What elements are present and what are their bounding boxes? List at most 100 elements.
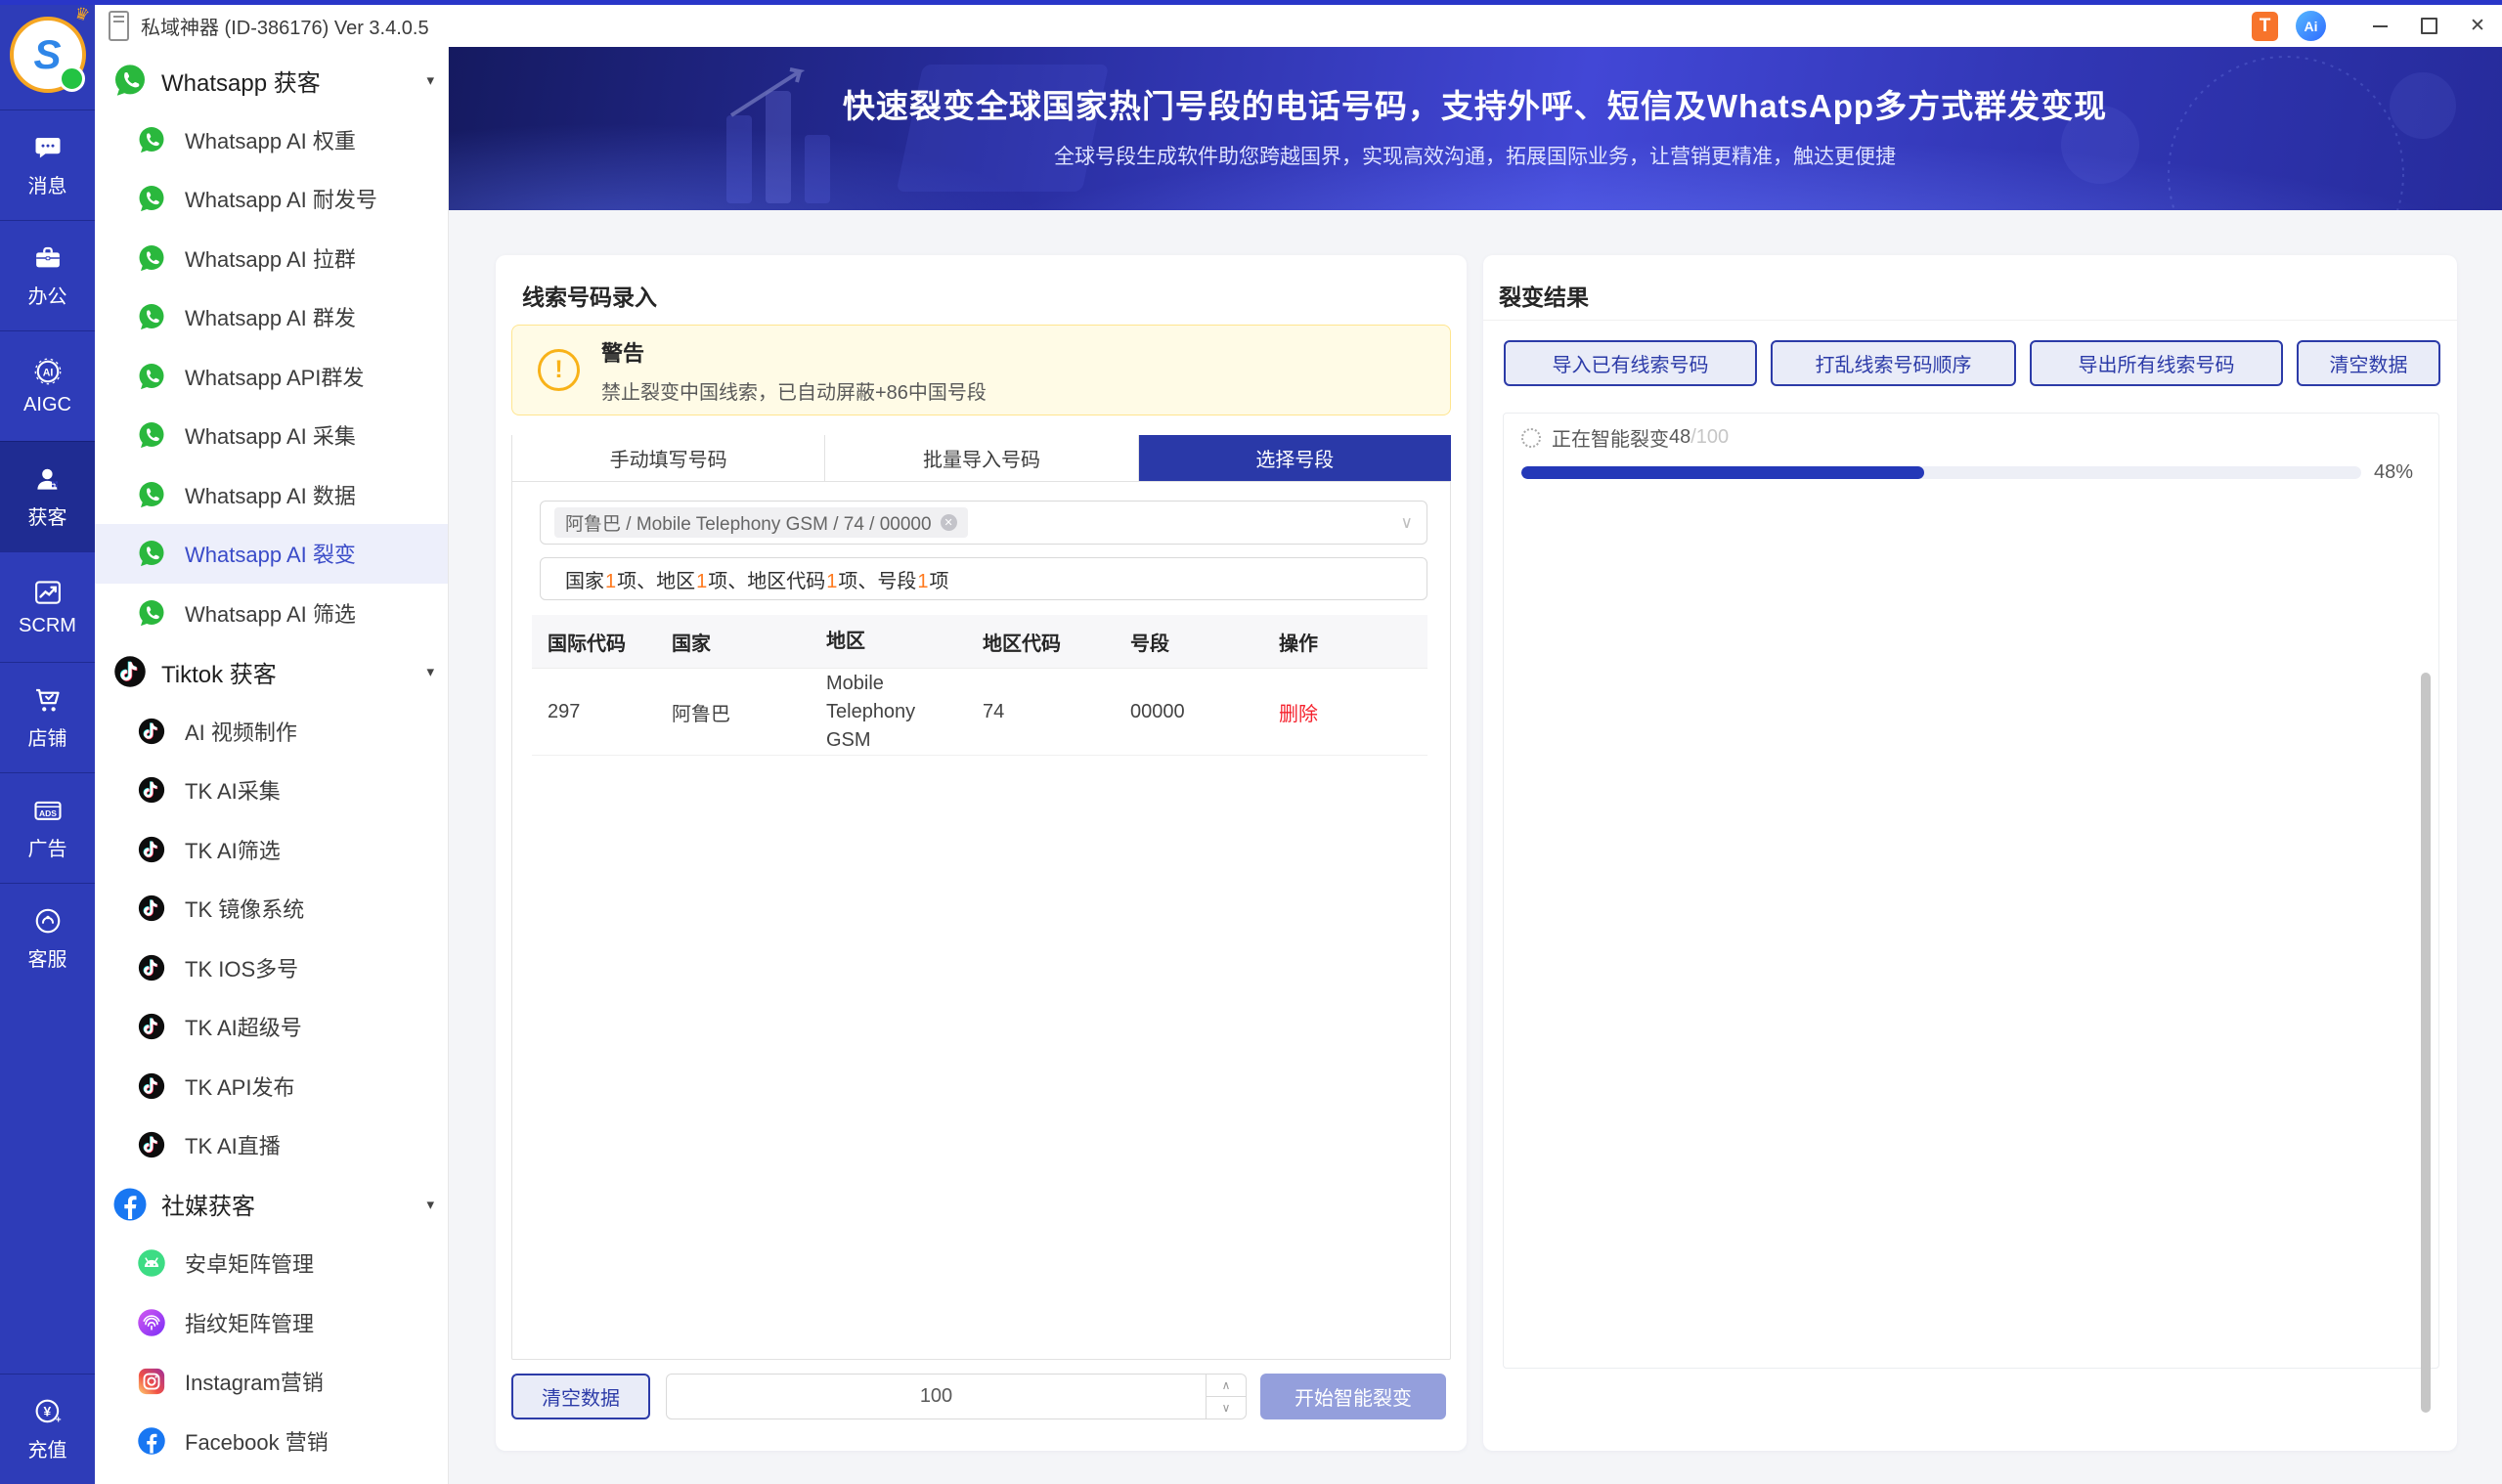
segment-table: 国际代码 国家 地区 地区代码 号段 操作 297 阿鲁巴 Mobile Tel…	[532, 615, 1427, 756]
rail-item-scrm[interactable]: SCRM	[0, 551, 95, 662]
banner-title: 快速裂变全球国家热门号段的电话号码，支持外呼、短信及WhatsApp多方式群发变…	[448, 47, 2502, 127]
menu-android-matrix[interactable]: 安卓矩阵管理 ▾	[95, 1234, 448, 1293]
menu-whatsapp-api-mass-send[interactable]: Whatsapp API群发 ▾	[95, 347, 448, 407]
entry-tabs: 手动填写号码批量导入号码选择号段	[511, 435, 1451, 482]
rail-item-service[interactable]: 客服	[0, 883, 95, 993]
fission-result-panel: 裂变结果 导入已有线索号码 打乱线索号码顺序 导出所有线索号码 清空数据 正在智…	[1483, 255, 2457, 1451]
warning-title: 警告	[601, 336, 987, 368]
phone-icon	[109, 11, 129, 41]
tab-select-segment[interactable]: 选择号段	[1138, 435, 1451, 481]
rail-item-aigc[interactable]: AI AIGC	[0, 330, 95, 441]
rail-item-acquisition[interactable]: 获客	[0, 441, 95, 551]
status-current: 48	[1669, 426, 1690, 449]
menu-label: Facebook 营销	[185, 1425, 329, 1457]
fission-count-input[interactable]: 100	[666, 1374, 1207, 1419]
menu-whatsapp-ai-data[interactable]: Whatsapp AI 数据 ▾	[95, 465, 448, 525]
menu-youtube-marketing[interactable]: Youtube 营销 ▾	[95, 1470, 448, 1484]
remove-tag-icon[interactable]: ✕	[941, 514, 957, 531]
menu-tk-ai-filter[interactable]: TK AI筛选 ▾	[95, 820, 448, 880]
rail-item-label: AIGC	[23, 394, 71, 416]
segment-tag-label: 阿鲁巴 / Mobile Telephony GSM / 74 / 00000	[565, 509, 932, 536]
delete-row-link[interactable]: 删除	[1279, 704, 1318, 725]
segment-select[interactable]: 阿鲁巴 / Mobile Telephony GSM / 74 / 00000 …	[540, 501, 1427, 545]
menu-facebook-marketing[interactable]: Facebook 营销 ▾	[95, 1412, 448, 1471]
brand-mark: S	[33, 31, 61, 78]
menu-whatsapp-ai-weight[interactable]: Whatsapp AI 权重 ▾	[95, 110, 448, 170]
import-leads-button[interactable]: 导入已有线索号码	[1504, 340, 1757, 386]
cell-region: Mobile Telephony GSM	[826, 670, 983, 755]
export-leads-button[interactable]: 导出所有线索号码	[2030, 340, 2283, 386]
clear-data-button[interactable]: 清空数据	[511, 1374, 650, 1419]
main-area: 快速裂变全球国家热门号段的电话号码，支持外呼、短信及WhatsApp多方式群发变…	[448, 47, 2502, 1484]
menu-instagram-marketing[interactable]: Instagram营销 ▾	[95, 1352, 448, 1412]
menu-whatsapp-ai-durable[interactable]: Whatsapp AI 耐发号 ▾	[95, 169, 448, 229]
chevron-down-icon: ▾	[426, 1196, 434, 1213]
menu-tk-ios-multi[interactable]: TK IOS多号 ▾	[95, 938, 448, 998]
cell-segment: 00000	[1130, 701, 1279, 723]
crown-icon: ♛	[72, 3, 93, 26]
svg-text:+: +	[55, 1415, 61, 1425]
tab-batch-import[interactable]: 批量导入号码	[824, 435, 1137, 481]
menu-tiktok-acquisition[interactable]: Tiktok 获客 ▾	[95, 642, 448, 702]
menu-tk-mirror-system[interactable]: TK 镜像系统 ▾	[95, 879, 448, 938]
progress-fill	[1521, 466, 1924, 479]
result-panel-title: 裂变结果	[1499, 279, 1589, 312]
start-fission-button[interactable]: 开始智能裂变	[1260, 1374, 1446, 1419]
svg-text:ADS: ADS	[39, 808, 57, 818]
stepper-up-button[interactable]: ∧	[1207, 1375, 1246, 1397]
rail-item-ads[interactable]: ADS 广告	[0, 772, 95, 883]
window-top-accent	[0, 0, 2502, 5]
menu-tk-ai-collect[interactable]: TK AI采集 ▾	[95, 761, 448, 820]
results-scrollbar[interactable]	[2421, 673, 2431, 1413]
progress-label: 48%	[2374, 461, 2413, 484]
rail-item-label: 获客	[28, 502, 67, 530]
result-box	[1503, 413, 2439, 1369]
menu-label: Instagram营销	[185, 1366, 324, 1397]
menu-label: TK AI超级号	[185, 1011, 302, 1042]
menu-label: TK IOS多号	[185, 952, 298, 983]
stepper-down-button[interactable]: ∨	[1207, 1397, 1246, 1419]
app-logo[interactable]: ♛ S	[0, 0, 95, 109]
rail-item-recharge[interactable]: ¥+ 充值	[0, 1374, 95, 1484]
minimize-button[interactable]	[2355, 5, 2404, 47]
menu-ai-video-production[interactable]: AI 视频制作 ▾	[95, 702, 448, 762]
lead-entry-panel: 线索号码录入 ! 警告 禁止裂变中国线索，已自动屏蔽+86中国号段 手动填写号码…	[496, 255, 1467, 1451]
maximize-button[interactable]	[2404, 5, 2453, 47]
close-button[interactable]: ✕	[2453, 5, 2502, 47]
menu-fingerprint-matrix[interactable]: 指纹矩阵管理 ▾	[95, 1293, 448, 1353]
rail-item-label: 广告	[28, 833, 67, 861]
chevron-down-icon: ▾	[426, 663, 434, 680]
clear-results-button[interactable]: 清空数据	[2297, 340, 2440, 386]
menu-label: TK 镜像系统	[185, 893, 304, 924]
hero-banner: 快速裂变全球国家热门号段的电话号码，支持外呼、短信及WhatsApp多方式群发变…	[448, 47, 2502, 210]
tray-t-icon[interactable]: T	[2252, 12, 2278, 41]
menu-whatsapp-ai-mass-send[interactable]: Whatsapp AI 群发 ▾	[95, 287, 448, 347]
app-window: ♛ S 消息 办公 AI AIGC 获客	[0, 0, 2502, 1484]
menu-whatsapp-acquisition[interactable]: Whatsapp 获客 ▾	[95, 51, 448, 110]
rail-item-label: 客服	[28, 943, 67, 972]
menu-whatsapp-ai-collect[interactable]: Whatsapp AI 采集 ▾	[95, 406, 448, 465]
rail-item-messages[interactable]: 消息	[0, 109, 95, 220]
menu-label: AI 视频制作	[185, 716, 297, 747]
menu-social-acquisition[interactable]: 社媒获客 ▾	[95, 1175, 448, 1235]
menu-tk-ai-live[interactable]: TK AI直播 ▾	[95, 1115, 448, 1175]
warning-text: 禁止裂变中国线索，已自动屏蔽+86中国号段	[601, 376, 987, 405]
table-row: 297 阿鲁巴 Mobile Telephony GSM 74 00000 删除	[532, 669, 1427, 756]
tray-ai-icon[interactable]: Ai	[2296, 11, 2326, 41]
table-header-row: 国际代码 国家 地区 地区代码 号段 操作	[532, 615, 1427, 669]
lead-panel-title: 线索号码录入	[522, 279, 657, 312]
rail-item-office[interactable]: 办公	[0, 220, 95, 330]
menu-tk-ai-super[interactable]: TK AI超级号 ▾	[95, 997, 448, 1057]
menu-whatsapp-ai-filter[interactable]: Whatsapp AI 筛选 ▾	[95, 584, 448, 643]
rail-item-shop[interactable]: 店铺	[0, 662, 95, 772]
menu-label: TK AI采集	[185, 774, 281, 806]
tab-manual-entry[interactable]: 手动填写号码	[511, 435, 824, 481]
menu-tk-api-publish[interactable]: TK API发布 ▾	[95, 1057, 448, 1116]
shuffle-leads-button[interactable]: 打乱线索号码顺序	[1771, 340, 2016, 386]
menu-whatsapp-ai-fission[interactable]: Whatsapp AI 裂变 ▾	[95, 524, 448, 584]
rail-item-label: 消息	[28, 170, 67, 198]
progress-track	[1521, 466, 2361, 479]
menu-whatsapp-ai-group-pull[interactable]: Whatsapp AI 拉群 ▾	[95, 229, 448, 288]
result-actions: 导入已有线索号码 打乱线索号码顺序 导出所有线索号码 清空数据	[1504, 340, 2440, 386]
menu-label: TK API发布	[185, 1070, 294, 1102]
